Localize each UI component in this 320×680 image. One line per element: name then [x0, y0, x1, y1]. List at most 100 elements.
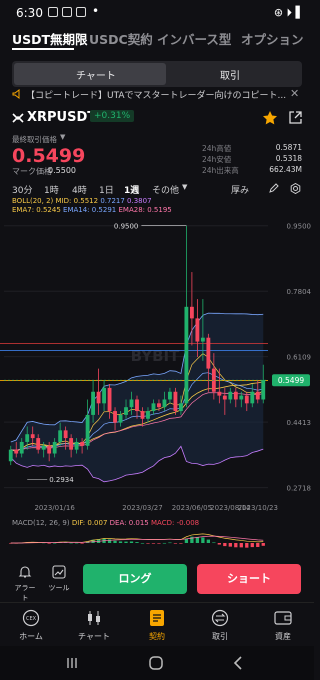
macd-bar	[179, 543, 183, 544]
candle-body	[36, 438, 41, 450]
macd-bar	[162, 542, 167, 544]
macd-dif: DIF: 0.007	[71, 519, 108, 527]
mark-price: 0.5500	[48, 166, 76, 175]
macd-bar	[135, 542, 139, 543]
macd-bar	[261, 543, 265, 546]
tab-options[interactable]: オプション	[241, 29, 304, 48]
tab-usdc-contract[interactable]: USDC契約	[89, 29, 153, 48]
macd-bar	[118, 541, 123, 543]
chart-tool[interactable]: ツール	[46, 564, 72, 596]
candle-body	[233, 391, 238, 400]
macd-bar	[234, 543, 238, 548]
recent-apps-icon[interactable]	[65, 656, 79, 670]
tab-chart[interactable]: チャート	[63, 603, 125, 647]
alert-tool[interactable]: アラート	[12, 564, 38, 602]
macd-bar	[245, 543, 249, 548]
candle-body	[135, 399, 139, 412]
tf-30m[interactable]: 30分	[12, 183, 32, 196]
share-icon[interactable]	[288, 110, 303, 125]
x-tick-label: 2023/01/16	[34, 504, 75, 512]
timeframe-bar: 30分 1時 4時 1日 1週 その他 ▼ 厚み	[0, 183, 314, 197]
tab-inverse[interactable]: インバース型	[157, 29, 231, 48]
candle-body	[102, 387, 106, 404]
candlestick-chart[interactable]: 0.9500 0.7804 0.6109 0.4413 0.2718 BYBIT 0.950…	[0, 214, 314, 514]
candle-body	[146, 411, 150, 419]
tab-contract[interactable]: 契約	[126, 603, 188, 647]
candle-body	[261, 380, 266, 400]
candle-body	[129, 399, 134, 408]
ema14-value: EMA14: 0.5291	[63, 206, 117, 214]
tab-assets-label: 資産	[275, 632, 291, 641]
candle-body	[178, 403, 183, 412]
candle-body	[8, 449, 13, 462]
back-icon[interactable]	[232, 656, 244, 670]
wallet-icon	[274, 611, 292, 625]
candle-body	[222, 395, 227, 400]
boll-label: BOLL(20, 2)	[12, 197, 54, 205]
macd-legend: MACD(12, 26, 9) DIF: 0.007 DEA: 0.015 MA…	[12, 519, 199, 527]
tab-trade[interactable]: 取引	[189, 603, 251, 647]
candle-body	[206, 337, 211, 369]
tf-more-caret-icon[interactable]: ▼	[182, 183, 187, 191]
tab-home-label: ホーム	[19, 632, 43, 641]
x-tick-label: 2023/06/05	[172, 504, 212, 512]
macd-dea: DEA: 0.015	[109, 519, 149, 527]
candle-body	[52, 441, 57, 454]
chart-tool-icon	[52, 565, 66, 579]
tf-1h[interactable]: 1時	[44, 183, 59, 196]
y-tick-label: 0.7804	[287, 288, 312, 296]
boll-upper: 0.7217	[100, 197, 125, 205]
tool-label: ツール	[48, 584, 70, 592]
settings-icon[interactable]	[290, 183, 301, 194]
long-button[interactable]: ロング	[83, 564, 187, 594]
short-button[interactable]: ショート	[197, 564, 301, 594]
candle-body	[74, 441, 79, 450]
current-price-label: 0.5499	[278, 376, 304, 385]
active-tab-underline	[12, 48, 74, 50]
tab-home[interactable]: CEX ホーム	[0, 603, 62, 647]
last-price-label: 最終取引価格	[12, 135, 57, 144]
status-right: ⊛ ⏵ ▌	[273, 6, 304, 19]
candle-body	[69, 438, 74, 450]
candle-body	[184, 306, 189, 404]
macd-bar	[47, 543, 51, 544]
candle-body	[91, 391, 96, 415]
tf-4h[interactable]: 4時	[72, 183, 87, 196]
change-percent-badge: +0.31%	[90, 110, 135, 122]
boll-mid: MID: 0.5512	[55, 197, 99, 205]
view-segment: チャート 取引	[12, 61, 302, 87]
swap-icon	[211, 609, 229, 627]
close-icon[interactable]: ✕	[290, 87, 299, 100]
tab-usdt-perpetual[interactable]: USDT無期限	[12, 29, 88, 48]
macd-bar	[201, 537, 205, 543]
home-button-icon[interactable]	[148, 655, 164, 671]
candle-body	[217, 391, 222, 396]
24h-stats: 24h高値 0.5871 24h安値 0.5318 24h出来高 662.43M	[202, 143, 302, 176]
contract-icon	[150, 610, 164, 626]
segment-chart-label[interactable]: チャート	[76, 67, 116, 82]
segment-trade-label[interactable]: 取引	[220, 67, 240, 82]
candle-body	[140, 411, 145, 419]
candle-body	[250, 391, 255, 404]
tf-1w[interactable]: 1週	[124, 183, 139, 196]
action-bar: アラート ツール ロング ショート	[0, 560, 314, 602]
tab-assets[interactable]: 資産	[252, 603, 314, 647]
tf-1d[interactable]: 1日	[99, 183, 114, 196]
macd-value: MACD: -0.008	[151, 519, 200, 527]
symbol-name[interactable]: XRPUSDT	[27, 110, 96, 125]
macd-bar	[217, 543, 221, 545]
candle-body	[47, 445, 52, 454]
star-icon[interactable]	[262, 110, 278, 126]
candle-body	[58, 430, 63, 442]
candle-body	[107, 387, 112, 412]
tf-more[interactable]: その他	[152, 183, 179, 196]
pencil-icon[interactable]	[268, 183, 279, 194]
depth-toggle[interactable]: 厚み	[231, 183, 249, 196]
macd-bar	[157, 543, 161, 544]
candle-body	[41, 445, 46, 450]
candle-body	[157, 403, 161, 408]
announcement-banner[interactable]: 【コピートレード】UTAでマスタートレーダー向けのコピート... ✕	[0, 86, 314, 104]
macd-bar	[129, 541, 134, 543]
caret-down-icon[interactable]: ▼	[60, 133, 65, 141]
macd-bar	[124, 541, 128, 543]
